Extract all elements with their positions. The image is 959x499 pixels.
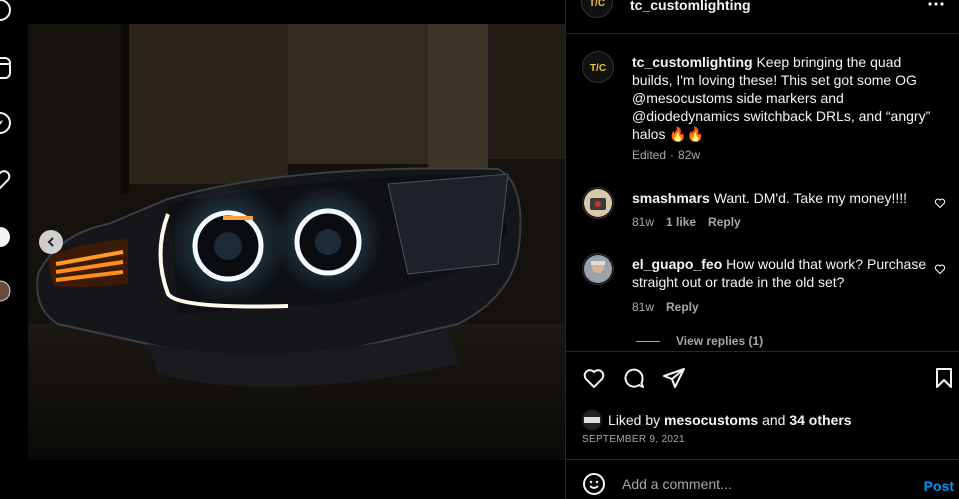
heart-icon[interactable] [582,366,606,390]
mention-link[interactable]: @mesocustoms [632,90,733,106]
avatar-image [584,255,612,283]
caption-meta: Edited · 82w [632,148,701,162]
view-replies-label: View replies (1) [676,334,764,348]
commenter-avatar[interactable] [582,187,614,219]
comment-item: el_guapo_feo How would that work? Purcha… [582,253,952,323]
edited-label: Edited [632,148,667,162]
comment-meta: 81w Reply [632,300,699,314]
post-details-panel: T/C tc_customlighting T/C tc_customlight… [565,0,959,499]
view-replies-button[interactable]: View replies (1) [636,334,763,348]
avatar[interactable]: T/C [581,0,613,18]
comment-time[interactable]: 81w [632,215,654,229]
headlight-photo [28,24,565,460]
comment-likes[interactable]: 1 like [666,215,696,229]
comment-text: smashmars Want. DM'd. Take my money!!!! [632,189,932,207]
comment-username[interactable]: el_guapo_feo [632,256,722,272]
liker-avatar[interactable] [582,410,602,430]
previous-image-button[interactable] [39,230,63,254]
likes-text: Liked by mesocustoms and 34 others [608,412,852,428]
post-date[interactable]: SEPTEMBER 9, 2021 [582,434,685,445]
comment-meta: 81w 1 like Reply [632,215,741,229]
mention-link[interactable]: @diodedynamics [632,108,740,124]
commenter-avatar[interactable] [582,253,614,285]
profile-icon[interactable] [0,279,12,303]
tc-logo-icon: T/C [584,53,612,81]
reply-button[interactable]: Reply [708,215,741,229]
post-actions: Liked by mesocustoms and 34 others SEPTE… [566,351,959,459]
left-nav-rail [0,0,28,499]
caption-time[interactable]: 82w [678,148,700,162]
comment-text: el_guapo_feo How would that work? Purcha… [632,255,932,291]
add-comment-bar: Post [566,459,959,499]
caption-body-2: side markers and [732,90,844,106]
caption: T/C tc_customlighting Keep bringing the … [582,51,952,171]
comment-item: smashmars Want. DM'd. Take my money!!!! … [582,187,952,247]
like-comment-heart-icon[interactable] [934,197,946,209]
circle-icon[interactable] [0,0,12,22]
likes-prefix: Liked by [608,412,665,428]
comment-body: Want. DM'd. Take my money!!!! [709,190,908,206]
comment-input[interactable] [622,476,912,492]
chevron-left-icon [47,237,54,247]
divider-line [636,340,660,342]
comment-icon[interactable] [622,366,646,390]
svg-text:T/C: T/C [590,63,606,74]
comment-username[interactable]: smashmars [632,190,710,206]
liker-username[interactable]: mesocustoms [664,412,758,428]
create-icon[interactable] [0,225,12,249]
like-comment-heart-icon[interactable] [934,263,946,275]
likes-others[interactable]: 34 others [789,412,851,428]
reels-icon[interactable] [0,56,12,80]
comments-list: T/C tc_customlighting Keep bringing the … [566,35,959,351]
post-username[interactable]: tc_customlighting [630,0,751,13]
reply-button[interactable]: Reply [666,300,699,314]
meso-logo-icon [582,410,602,430]
likes-and: and [758,412,790,428]
svg-text:T/C: T/C [589,0,605,9]
caption-avatar[interactable]: T/C [582,51,614,83]
post-image[interactable] [28,24,565,460]
caption-text: tc_customlighting Keep bringing the quad… [632,53,932,143]
post-header: T/C tc_customlighting [566,0,959,34]
heart-icon[interactable] [0,167,12,191]
share-icon[interactable] [662,366,686,390]
caption-username[interactable]: tc_customlighting [632,54,753,70]
avatar-image [584,189,612,217]
more-options-icon[interactable] [924,0,948,14]
emoji-icon[interactable] [582,472,606,496]
likes-summary: Liked by mesocustoms and 34 others [582,410,852,430]
comment-time[interactable]: 81w [632,300,654,314]
tc-logo-icon: T/C [583,0,611,16]
bookmark-icon[interactable] [932,366,956,390]
post-button[interactable]: Post [924,478,954,494]
explore-icon[interactable] [0,111,12,135]
